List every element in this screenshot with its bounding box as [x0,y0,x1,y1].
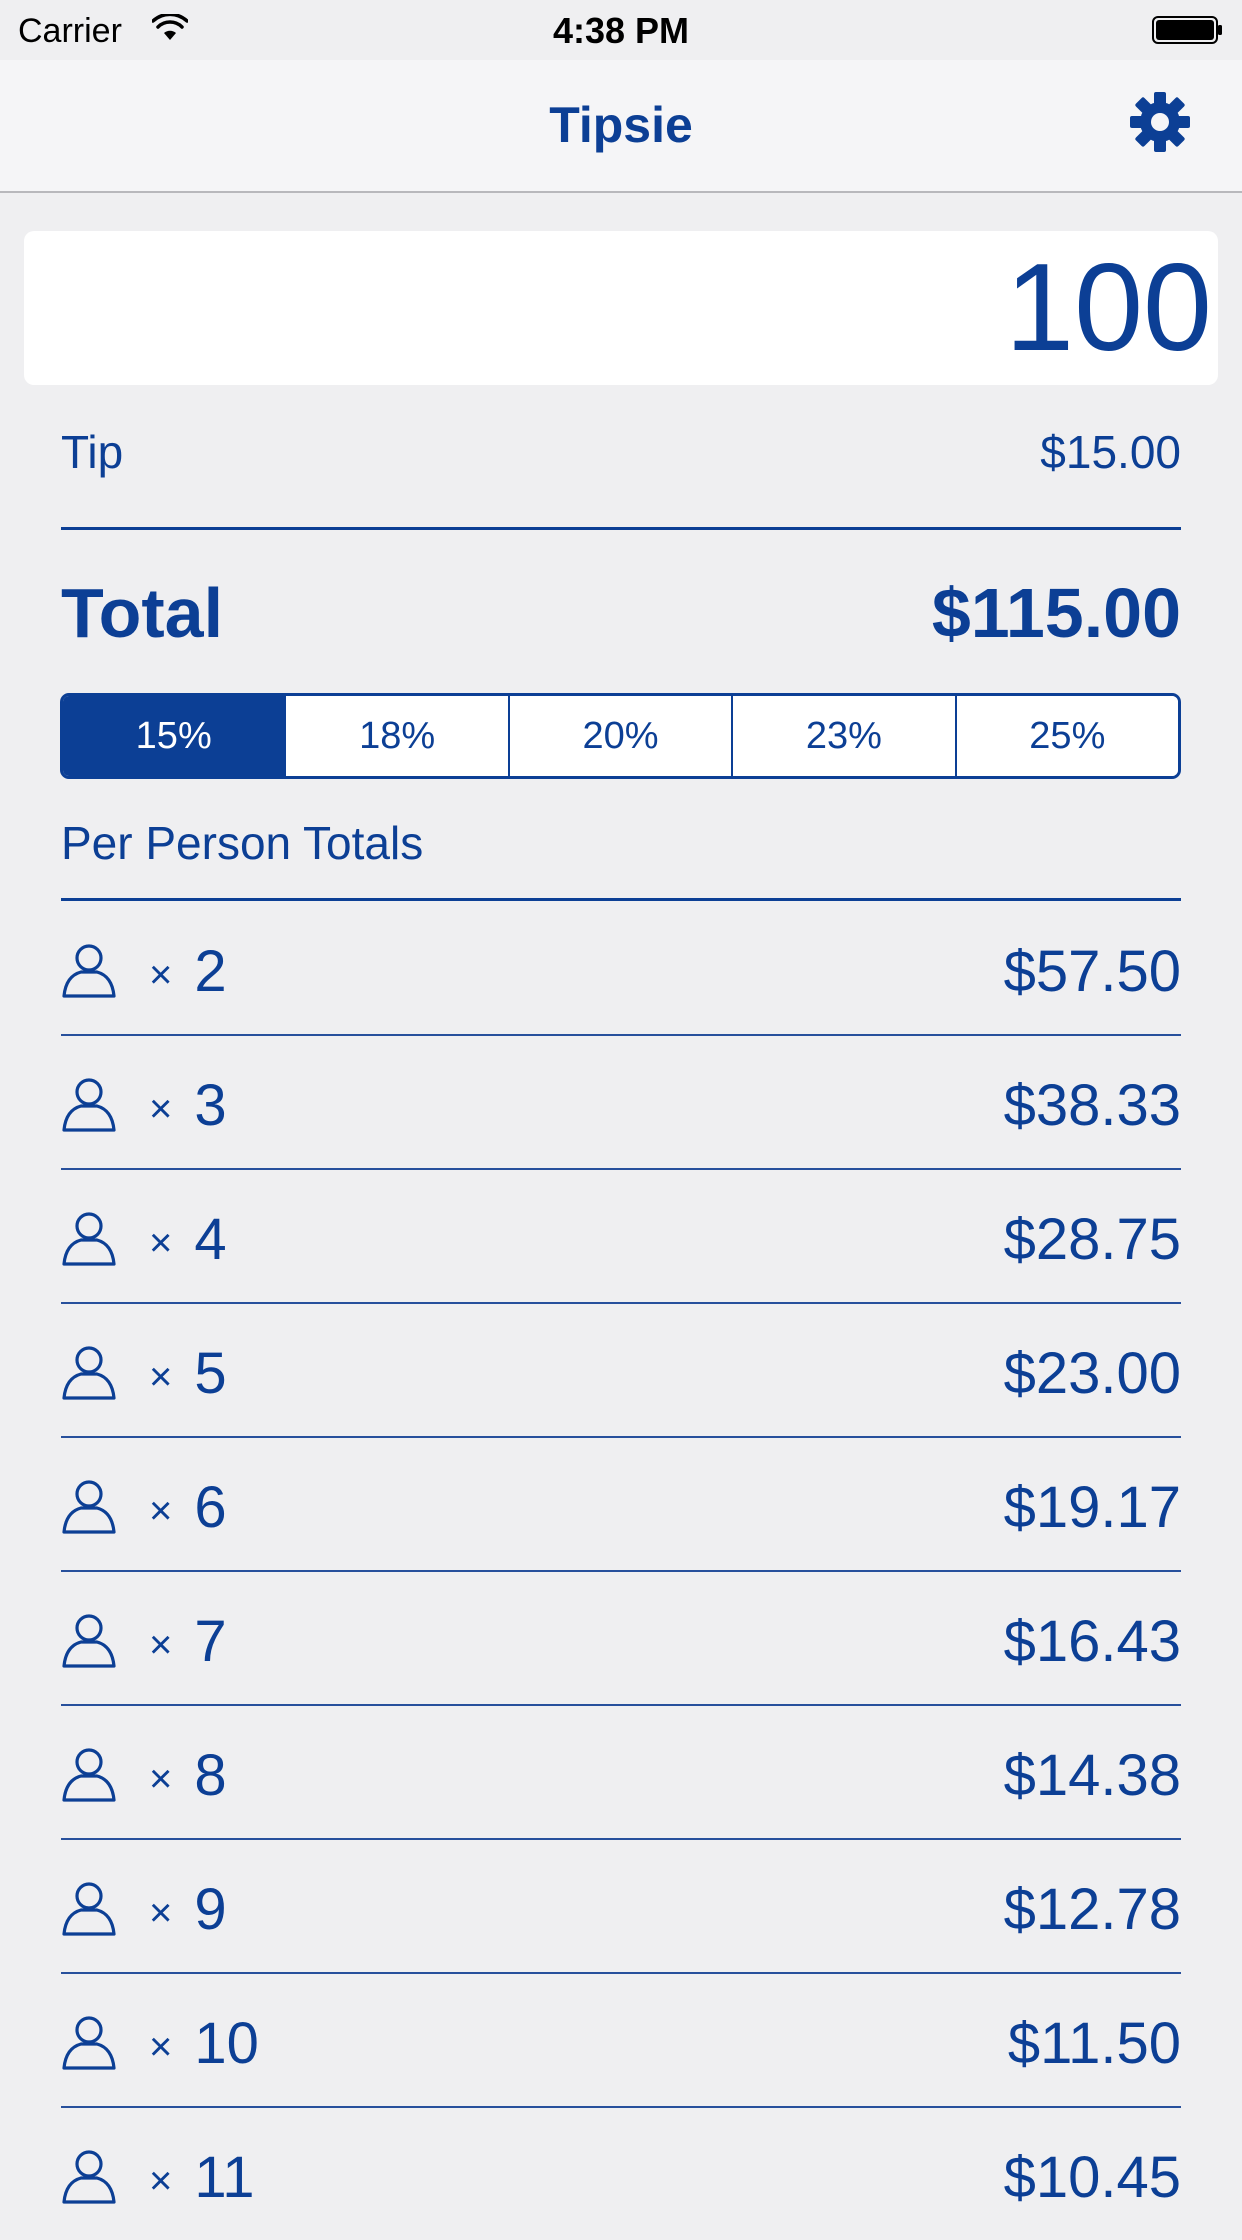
tip-option-15[interactable]: 15% [63,696,285,776]
person-icon [62,1078,116,1132]
status-bar: Carrier 4:38 PM [0,0,1242,60]
per-person-title: Per Person Totals [61,817,424,869]
list-item: × 7 $16.43 [61,1572,1181,1706]
navigation-bar: Tipsie [0,60,1242,193]
people-count: × 4 [149,1206,227,1273]
per-person-amount: $23.00 [1003,1341,1181,1406]
people-count-value: 2 [194,939,227,1004]
people-count: × 6 [149,1474,227,1541]
person-icon [62,1614,116,1668]
times-symbol: × [149,1087,173,1132]
person-icon [62,1212,116,1266]
people-count-value: 7 [194,1609,227,1674]
person-icon [62,1480,116,1534]
list-item: × 2 $57.50 [61,902,1181,1036]
people-count-value: 3 [194,1073,227,1138]
person-icon [62,944,116,998]
times-symbol: × [149,2159,173,2204]
tip-option-20[interactable]: 20% [507,696,732,776]
gear-icon[interactable] [1128,90,1192,154]
per-person-amount: $14.38 [1003,1743,1181,1808]
list-item: × 11 $10.45 [61,2108,1181,2240]
total-value: $115.00 [931,574,1181,652]
per-person-amount: $19.17 [1003,1475,1181,1540]
status-time: 4:38 PM [552,10,690,51]
app-title: Tipsie [549,97,693,153]
people-count-value: 8 [194,1743,227,1808]
list-item: × 10 $11.50 [61,1974,1181,2108]
people-count-value: 4 [194,1207,227,1272]
battery-icon [1152,16,1222,44]
person-icon [62,2016,116,2070]
list-item: × 8 $14.38 [61,1706,1181,1840]
times-symbol: × [149,1489,173,1534]
per-person-amount: $11.50 [1007,2011,1181,2076]
person-icon [62,1882,116,1936]
times-symbol: × [149,953,173,998]
tip-option-18[interactable]: 18% [284,696,508,776]
list-item: × 4 $28.75 [61,1170,1181,1304]
list-item: × 6 $19.17 [61,1438,1181,1572]
per-person-list: × 2 $57.50 × 3 $38.33 × 4 $28.75 × 5 $23.00 … [61,902,1181,2240]
people-count: × 10 [149,2010,259,2077]
list-item: × 9 $12.78 [61,1840,1181,1974]
per-person-amount: $38.33 [1003,1073,1181,1138]
tip-value: $15.00 [1040,426,1181,478]
times-symbol: × [149,2025,173,2070]
per-person-divider [61,898,1181,901]
per-person-amount: $12.78 [1003,1877,1181,1942]
tip-percentage-selector: 15% 18% 20% 23% 25% [60,693,1181,779]
people-count-value: 9 [194,1877,227,1942]
people-count: × 8 [149,1742,227,1809]
tip-row: Tip $15.00 [61,425,1181,485]
times-symbol: × [149,1355,173,1400]
times-symbol: × [149,1891,173,1936]
per-person-amount: $10.45 [1003,2145,1181,2210]
total-row: Total $115.00 [61,573,1181,653]
people-count: × 2 [149,938,227,1005]
bill-amount-input[interactable]: 100 [24,231,1218,385]
total-label: Total [61,574,224,652]
person-icon [62,2150,116,2204]
people-count: × 9 [149,1876,227,1943]
people-count-value: 5 [194,1341,227,1406]
people-count: × 7 [149,1608,227,1675]
tip-divider [61,527,1181,530]
per-person-amount: $57.50 [1003,939,1181,1004]
people-count: × 11 [149,2144,255,2211]
per-person-amount: $16.43 [1003,1609,1181,1674]
tip-option-25[interactable]: 25% [954,696,1178,776]
people-count-value: 11 [194,2145,255,2210]
list-item: × 3 $38.33 [61,1036,1181,1170]
people-count: × 3 [149,1072,227,1139]
tip-label: Tip [61,426,124,478]
person-icon [62,1346,116,1400]
tip-option-23[interactable]: 23% [731,696,955,776]
people-count: × 5 [149,1340,227,1407]
per-person-amount: $28.75 [1003,1207,1181,1272]
people-count-value: 10 [194,2011,259,2076]
times-symbol: × [149,1757,173,1802]
times-symbol: × [149,1623,173,1668]
people-count-value: 6 [194,1475,227,1540]
times-symbol: × [149,1221,173,1266]
person-icon [62,1748,116,1802]
list-item: × 5 $23.00 [61,1304,1181,1438]
